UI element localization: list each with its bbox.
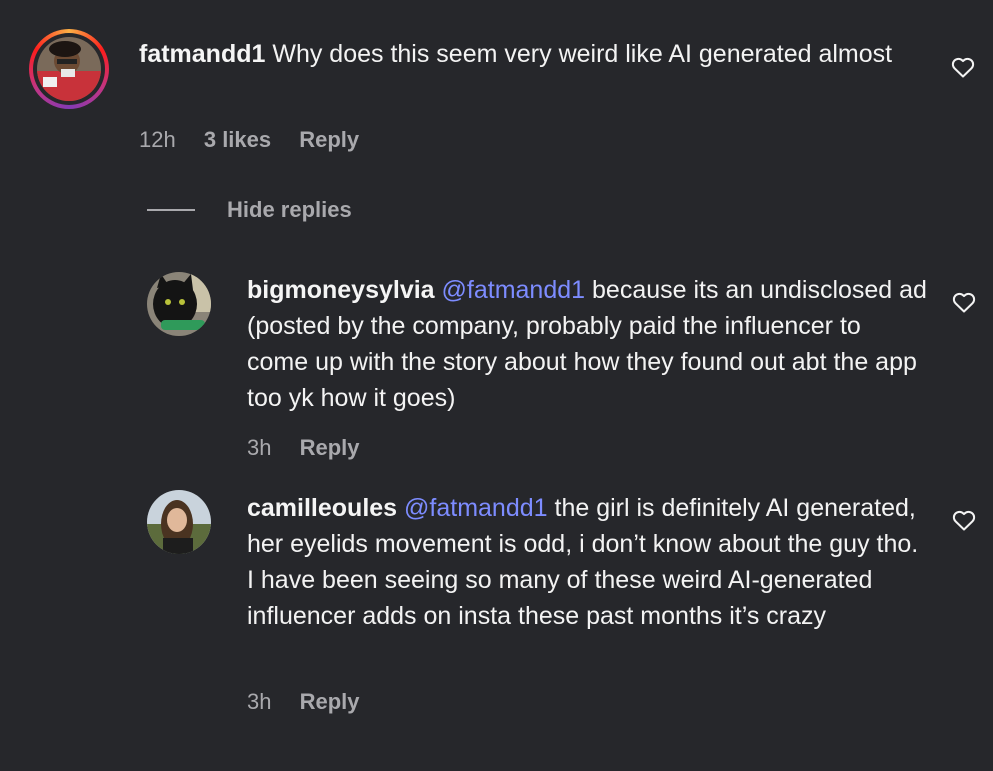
reply-button[interactable]: Reply <box>300 689 360 714</box>
heart-icon[interactable] <box>952 291 976 313</box>
avatar-fatmandd1[interactable] <box>29 29 109 109</box>
comments-thread: fatmandd1 Why does this seem very weird … <box>0 0 993 771</box>
comment-meta: 12h 3 likes Reply <box>139 127 381 153</box>
comment-body: fatmandd1 Why does this seem very weird … <box>139 36 939 72</box>
reply-mention[interactable]: @fatmandd1 <box>442 276 586 304</box>
heart-icon[interactable] <box>952 509 976 531</box>
reply-time: 3h <box>247 435 272 460</box>
heart-icon[interactable] <box>951 56 975 78</box>
hide-replies-button[interactable]: Hide replies <box>147 196 352 224</box>
reply-body: bigmoneysylvia @fatmandd1 because its an… <box>247 272 927 416</box>
comment-time: 12h <box>139 127 176 152</box>
hide-replies-line <box>147 209 195 211</box>
reply-body: camilleoules @fatmandd1 the girl is defi… <box>247 490 927 634</box>
avatar-bigmoneysylvia[interactable] <box>147 272 211 336</box>
reply-meta: 3h Reply <box>247 689 382 715</box>
reply-mention[interactable]: @fatmandd1 <box>404 494 548 522</box>
comment-username[interactable]: fatmandd1 <box>139 40 265 68</box>
reply-username[interactable]: camilleoules <box>247 494 397 522</box>
hide-replies-label: Hide replies <box>227 197 352 222</box>
reply-meta: 3h Reply <box>247 435 382 461</box>
reply-time: 3h <box>247 689 272 714</box>
comment-likes[interactable]: 3 likes <box>204 127 271 152</box>
reply-button[interactable]: Reply <box>299 127 359 152</box>
comment-text: Why does this seem very weird like AI ge… <box>272 40 893 68</box>
reply-button[interactable]: Reply <box>300 435 360 460</box>
reply-username[interactable]: bigmoneysylvia <box>247 276 435 304</box>
avatar-camilleoules[interactable] <box>147 490 211 554</box>
